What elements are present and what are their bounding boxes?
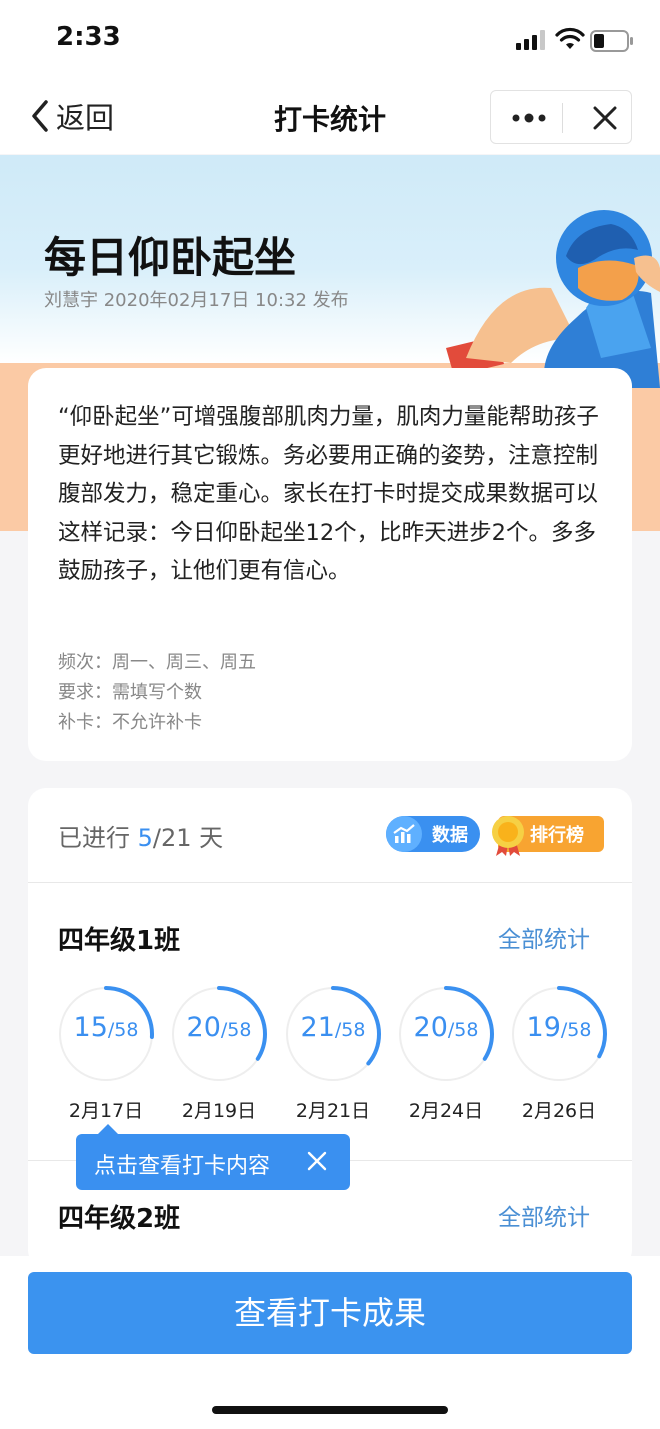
checkin-count: 20 (186, 1012, 221, 1043)
data-button-label: 数据 (432, 825, 468, 846)
checkin-title: 每日仰卧起坐 (44, 233, 297, 282)
view-results-button[interactable]: 查看打卡成果 (28, 1272, 632, 1354)
tooltip-text: 点击查看打卡内容 (94, 1154, 271, 1179)
ring-count-text: 20/58 (398, 1012, 494, 1043)
day-progress-ring[interactable]: 20/58 (398, 986, 494, 1082)
situp-illustration (446, 210, 660, 388)
day-date: 2月17日 (68, 1100, 144, 1122)
close-icon[interactable] (591, 104, 619, 132)
ring-count-text: 21/58 (285, 1012, 381, 1043)
progress-current: 5 (137, 824, 153, 852)
bottom-bar: 查看打卡成果 (0, 1256, 660, 1429)
section-divider (28, 882, 632, 883)
day-progress-ring[interactable]: 20/58 (171, 986, 267, 1082)
all-stats-link[interactable]: 全部统计 (498, 1198, 590, 1232)
home-indicator (212, 1406, 448, 1414)
day-date: 2月26日 (521, 1100, 597, 1122)
all-stats-link[interactable]: 全部统计 (498, 920, 590, 954)
description-text: “仰卧起坐”可增强腹部肌肉力量，肌肉力量能帮助孩子更好地进行其它锻炼。务必要用正… (58, 404, 599, 584)
battery-icon (590, 30, 633, 52)
checkin-total: /58 (560, 1019, 592, 1041)
day-date: 2月19日 (181, 1100, 257, 1122)
progress-text: 已进行 5/21 天 (58, 818, 223, 853)
checkin-tooltip[interactable]: 点击查看打卡内容 (76, 1124, 350, 1190)
navigation-bar: 返回 打卡统计 (0, 82, 660, 154)
checkin-total: /58 (334, 1019, 366, 1041)
medal-icon (492, 816, 524, 856)
cellular-signal-icon (516, 30, 545, 50)
progress-prefix: 已进行 (58, 824, 138, 852)
class-title: 四年级1班 (58, 926, 181, 956)
checkin-total: /58 (107, 1019, 139, 1041)
miniprogram-capsule (490, 90, 632, 144)
class-title: 四年级2班 (58, 1204, 181, 1234)
close-icon[interactable] (306, 1150, 328, 1172)
chart-icon (386, 816, 422, 852)
checkin-total: /58 (447, 1019, 479, 1041)
publish-meta: 刘慧宇 2020年02月17日 10:32 发布 (44, 290, 349, 311)
stats-card: 已进行 5/21 天 数据 排行榜 四年级1班 全部统计 15/58 2月17日 2… (28, 788, 632, 1268)
data-button[interactable]: 数据 (386, 816, 480, 852)
checkin-count: 20 (413, 1012, 448, 1043)
ranking-button[interactable]: 排行榜 (492, 816, 604, 856)
status-bar: 2:33 (0, 0, 660, 82)
progress-suffix: /21 天 (152, 824, 224, 852)
day-progress-ring[interactable]: 19/58 (511, 986, 607, 1082)
day-date: 2月21日 (295, 1100, 371, 1122)
day-date: 2月24日 (408, 1100, 484, 1122)
ranking-button-label: 排行榜 (530, 825, 584, 846)
ring-count-text: 20/58 (171, 1012, 267, 1043)
day-progress-ring[interactable]: 15/58 (58, 986, 154, 1082)
more-icon[interactable] (511, 109, 547, 127)
day-progress-ring[interactable]: 21/58 (285, 986, 381, 1082)
ring-count-text: 15/58 (58, 1012, 154, 1043)
checkin-total: /58 (220, 1019, 252, 1041)
checkin-count: 21 (300, 1012, 335, 1043)
wifi-icon (555, 27, 585, 49)
description-card: “仰卧起坐”可增强腹部肌肉力量，肌肉力量能帮助孩子更好地进行其它锻炼。务必要用正… (28, 368, 632, 761)
ring-count-text: 19/58 (511, 1012, 607, 1043)
checkin-count: 19 (526, 1012, 561, 1043)
status-time: 2:33 (56, 22, 121, 52)
capsule-divider (562, 103, 563, 133)
frequency-info: 频次：周一、周三、周五 (58, 652, 256, 673)
makeup-info: 补卡：不允许补卡 (58, 712, 202, 733)
requirement-info: 要求：需填写个数 (58, 682, 202, 703)
checkin-count: 15 (73, 1012, 108, 1043)
